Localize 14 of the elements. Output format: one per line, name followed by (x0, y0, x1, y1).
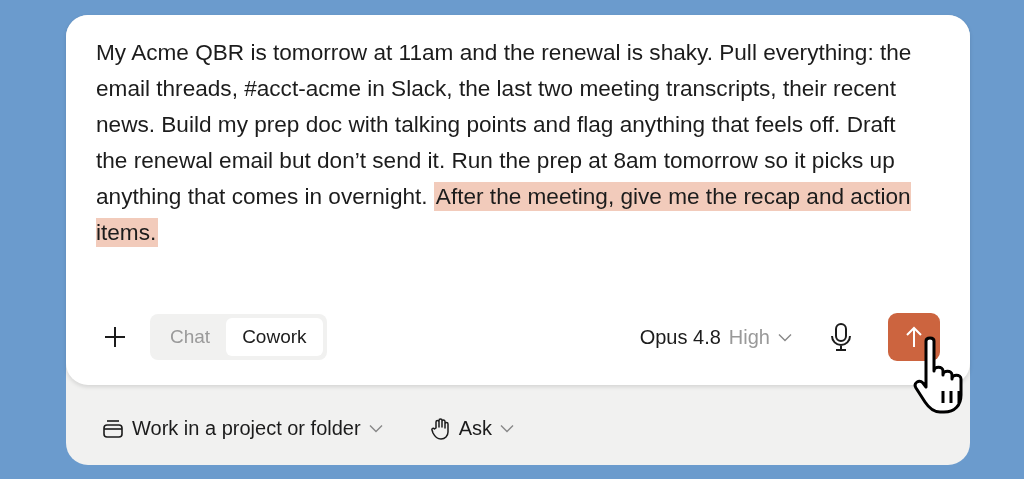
tray-icon (102, 418, 124, 439)
project-selector[interactable]: Work in a project or folder (102, 417, 383, 440)
permission-selector[interactable]: Ask (430, 417, 514, 440)
chevron-icon (368, 424, 383, 433)
send-button[interactable] (888, 313, 940, 361)
model-selector[interactable]: Opus 4.8 High (639, 325, 792, 349)
microphone-icon[interactable] (830, 323, 852, 351)
hand-icon (430, 417, 451, 440)
prompt-text: My Acme QBR is tomorrow at 11am and the renewal is shaky. Pull everything: the email threads, #acct-acme in Slack, the last two meeting transcripts, their recent news. Build my prep doc with talking points and flag anything that feels off. Draft the renewal email but don’t send it. Run the prep at 8am tomorrow so it picks up anything that comes in overnight. After the meeting, give me the recap and action items. (96, 39, 913, 249)
chevron-icon (778, 332, 792, 342)
plus-icon[interactable] (104, 326, 126, 348)
arrow-up-icon (905, 326, 923, 348)
mode-tab[interactable]: Cowork (226, 318, 323, 356)
chevron-icon (499, 424, 514, 433)
